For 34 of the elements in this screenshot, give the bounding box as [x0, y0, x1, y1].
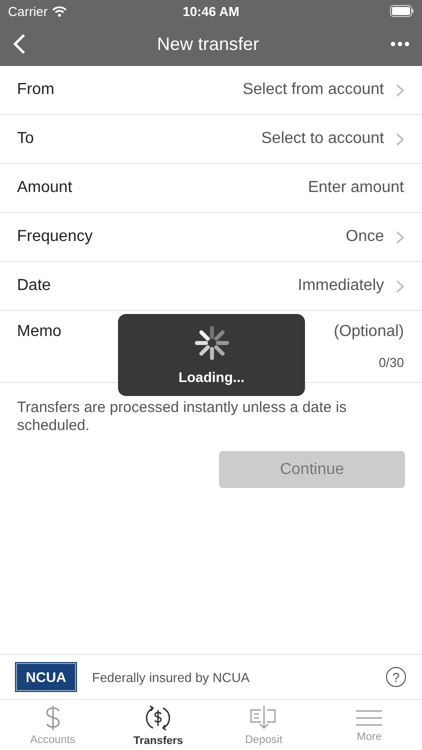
clock: 10:46 AM	[182, 4, 240, 18]
field-label: Date	[17, 277, 51, 295]
insurance-text: Federally insured by NCUA	[92, 670, 251, 684]
more-options-icon[interactable]	[390, 41, 410, 47]
ncua-badge: NCUA	[16, 663, 76, 691]
help-button[interactable]: ?	[386, 667, 406, 687]
battery-icon	[390, 5, 414, 17]
menu-icon	[356, 708, 382, 728]
check-deposit-icon	[250, 704, 278, 730]
select-field[interactable]: Select from account	[242, 81, 404, 99]
dollar-icon	[44, 704, 62, 730]
loading-label: Loading...	[178, 369, 245, 385]
field-label: To	[17, 130, 34, 148]
chevron-icon	[396, 132, 404, 146]
chevron-icon	[396, 230, 404, 244]
spinner-icon	[194, 325, 230, 361]
select-field[interactable]: Once	[346, 228, 404, 246]
chevron-icon	[396, 280, 404, 292]
chevron-icon	[396, 84, 404, 96]
field-label: Amount	[17, 179, 72, 197]
field-label: Frequency	[17, 228, 93, 246]
back-icon[interactable]	[12, 33, 26, 55]
amount-input[interactable]: Enter amount	[244, 179, 404, 197]
info-text: Transfers are processed instantly unless a date is scheduled.	[16, 398, 348, 435]
field-label: From	[17, 81, 54, 99]
select-field[interactable]: Immediately	[298, 277, 404, 295]
wifi-icon	[52, 6, 67, 16]
field-label: Memo	[17, 323, 62, 341]
tab[interactable]: Transfers	[106, 700, 211, 750]
select-field[interactable]: Select to account	[261, 130, 404, 148]
carrier-label: Carrier	[8, 4, 48, 18]
screen-title: New transfer	[156, 34, 260, 54]
dollar-exchange-icon	[145, 704, 172, 732]
character-counter: 0/30	[378, 355, 404, 370]
